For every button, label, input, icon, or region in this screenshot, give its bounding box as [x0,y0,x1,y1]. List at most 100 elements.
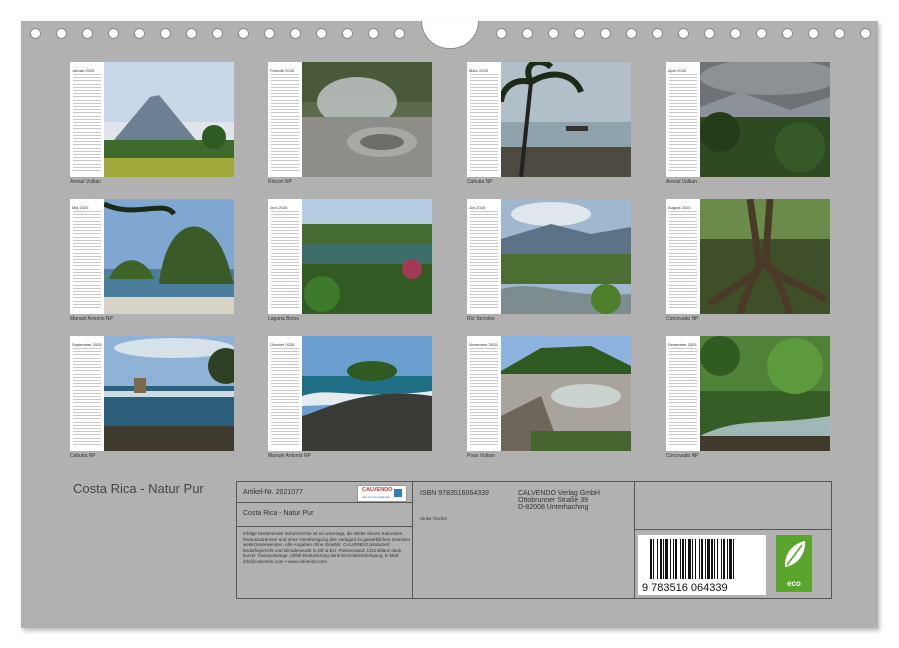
month-name: September 2025 [72,342,102,347]
eco-badge: eco [776,535,812,592]
eco-label: eco [776,579,812,588]
month-calendar-grid: November 2025 [467,336,501,451]
binding-ring [860,28,871,39]
photo-caption: Manuel Antonio NP [70,316,113,322]
month-calendar-grid: August 2025 [666,199,700,314]
binding-ring [704,28,715,39]
binding-ring [678,28,689,39]
product-info-box: Artikel-Nr. 2021077 CALVENDO das ist mei… [236,481,832,599]
month-name: März 2025 [469,68,488,73]
month-calendar-grid: Oktober 2025 [268,336,302,451]
month-photo [104,199,234,314]
month-photo [302,62,432,177]
month-calendar-grid: Februar 2025 [268,62,302,177]
barcode: 9 783516 064339 [638,535,766,595]
photo-caption: Laguna Botos [268,316,299,322]
month-calendar-grid: Juli 2025 [467,199,501,314]
month-calendar-grid: September 2025 [70,336,104,451]
publisher-name: CALVENDO Verlag GmbH [518,490,600,497]
binding-ring [186,28,197,39]
photo-caption: Cahuita NP [467,179,493,185]
month-photo [104,62,234,177]
month-calendar-grid: Juni 2025 [268,199,302,314]
month-thumbnail: Januar 2025 [70,62,234,177]
calvendo-logo: CALVENDO [362,487,392,493]
photo-caption: Arenal Vulkan [666,179,697,185]
month-calendar-grid: April 2025 [666,62,700,177]
binding-ring [82,28,93,39]
binding-ring [160,28,171,39]
month-thumbnail: Oktober 2025 [268,336,432,451]
month-thumbnail: September 2025 [70,336,234,451]
month-name: Mai 2025 [72,205,88,210]
month-thumbnail: Februar 2025 [268,62,432,177]
calvendo-badge: CALVENDO das ist mein kalender [357,485,407,502]
binding-ring [238,28,249,39]
publisher-city: D-82008 Unterhaching [518,504,588,511]
author: Ulrike Tischer [420,516,447,521]
isbn: ISBN 9783516064339 [420,490,489,497]
month-photo [501,62,631,177]
binding-ring [730,28,741,39]
month-photo [104,336,234,451]
month-name: August 2025 [668,205,690,210]
month-name: April 2025 [668,68,686,73]
month-name: Juli 2025 [469,205,485,210]
binding-ring [264,28,275,39]
month-name: Januar 2025 [72,68,94,73]
month-calendar-grid: Mai 2025 [70,199,104,314]
binding-ring [342,28,353,39]
calvendo-tagline: das ist mein kalender [362,495,390,499]
month-name: Juni 2025 [270,205,287,210]
binding-ring [394,28,405,39]
photo-caption: Rincon NP [268,179,292,185]
binding-ring [368,28,379,39]
month-thumbnail: März 2025 [467,62,631,177]
photo-caption: Poas Vulkan [467,453,495,459]
month-photo [302,199,432,314]
month-photo [501,336,631,451]
month-name: November 2025 [469,342,497,347]
month-photo [501,199,631,314]
binding-ring [782,28,793,39]
binding-ring [290,28,301,39]
month-thumbnail: Juni 2025 [268,199,432,314]
binding-ring [652,28,663,39]
binding-ring [30,28,41,39]
month-name: Oktober 2025 [270,342,294,347]
month-photo [700,336,830,451]
photo-caption: Manuel Antonio NP [268,453,311,459]
month-name: Februar 2025 [270,68,294,73]
binding-ring [756,28,767,39]
month-calendar-grid: März 2025 [467,62,501,177]
binding-ring [108,28,119,39]
photo-caption: Arenal Vulkan [70,179,101,185]
article-number: Artikel-Nr. 2021077 [243,489,303,496]
binding-ring [56,28,67,39]
barcode-number: 9 783516 064339 [642,582,728,594]
month-photo [700,199,830,314]
month-calendar-grid: Januar 2025 [70,62,104,177]
month-photo [700,62,830,177]
binding-ring [574,28,585,39]
binding-ring [522,28,533,39]
legal-text: Infolge bestehender Schutzrechte ist es … [243,531,411,565]
month-thumbnail: August 2025 [666,199,830,314]
binding-ring [212,28,223,39]
month-thumbnail: November 2025 [467,336,631,451]
binding-ring [316,28,327,39]
calendar-title: Costa Rica - Natur Pur [73,482,223,495]
month-thumbnail: April 2025 [666,62,830,177]
binding-ring [600,28,611,39]
month-photo [302,336,432,451]
photo-caption: Rio Tarcoles [467,316,494,322]
leaf-icon [776,535,812,575]
month-name: Dezember 2025 [668,342,696,347]
photo-caption: Cahuita NP [70,453,96,459]
binding-ring [834,28,845,39]
photo-caption: Corcovado NP [666,316,699,322]
binding-ring [548,28,559,39]
binding-ring [496,28,507,39]
month-thumbnail: Juli 2025 [467,199,631,314]
binding-ring [808,28,819,39]
